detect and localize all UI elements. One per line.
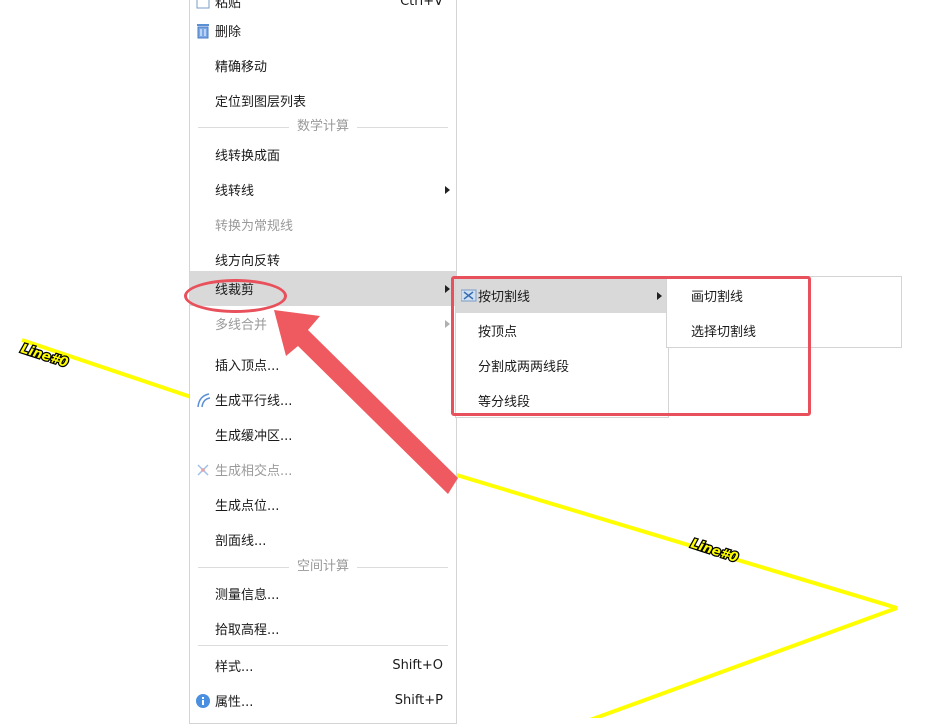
arrow-icon	[274, 310, 458, 494]
annotation-arrow	[274, 310, 458, 494]
